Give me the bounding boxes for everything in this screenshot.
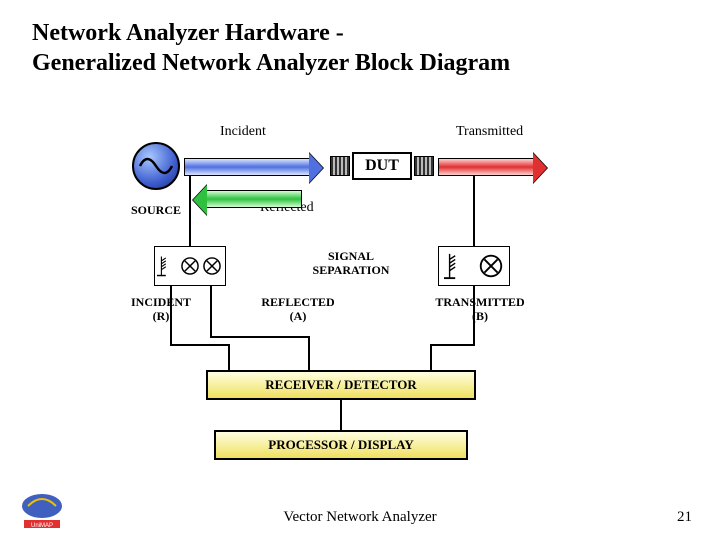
receiver-detector-block: RECEIVER / DETECTOR (206, 370, 476, 400)
coupler-icon (157, 252, 179, 280)
mixer-icon (179, 252, 201, 280)
block-diagram: Incident Transmitted Reflected SOURCE DU… (60, 130, 620, 470)
wire (473, 176, 475, 246)
wire (473, 286, 475, 344)
transmitted-label: Transmitted (456, 124, 523, 140)
separator-block-left (154, 246, 226, 286)
wire (170, 286, 172, 344)
source-label: SOURCE (126, 204, 186, 218)
incident-arrow (184, 158, 310, 176)
sine-wave-icon (138, 156, 174, 176)
coupler-icon (444, 252, 472, 280)
dut-port-left (330, 156, 350, 176)
wire (308, 336, 310, 370)
wire (210, 336, 310, 338)
reflected-a-label: REFLECTED (A) (258, 296, 338, 324)
wire (430, 344, 475, 346)
processor-display-block: PROCESSOR / DISPLAY (214, 430, 468, 460)
title-line-2: Generalized Network Analyzer Block Diagr… (32, 50, 510, 76)
mixer-icon (477, 252, 505, 280)
footer-caption: Vector Network Analyzer (0, 509, 720, 526)
page-number: 21 (677, 509, 692, 526)
reflected-arrow (206, 190, 302, 208)
incident-r-label: INCIDENT (R) (126, 296, 196, 324)
wire (430, 344, 432, 370)
source-oscillator-icon (132, 142, 180, 190)
wire (228, 344, 230, 370)
incident-label: Incident (220, 124, 266, 140)
transmitted-arrow (438, 158, 534, 176)
dut-block: DUT (352, 152, 412, 180)
wire (189, 176, 191, 246)
signal-separation-label: SIGNAL SEPARATION (296, 250, 406, 278)
slide-title: Network Analyzer Hardware - Generalized … (32, 18, 510, 78)
wire (340, 400, 342, 430)
separator-block-right (438, 246, 510, 286)
dut-port-right (414, 156, 434, 176)
mixer-icon (201, 252, 223, 280)
title-line-1: Network Analyzer Hardware - (32, 20, 344, 46)
wire (210, 286, 212, 336)
transmitted-b-label: TRANSMITTED (B) (432, 296, 528, 324)
wire (170, 344, 230, 346)
